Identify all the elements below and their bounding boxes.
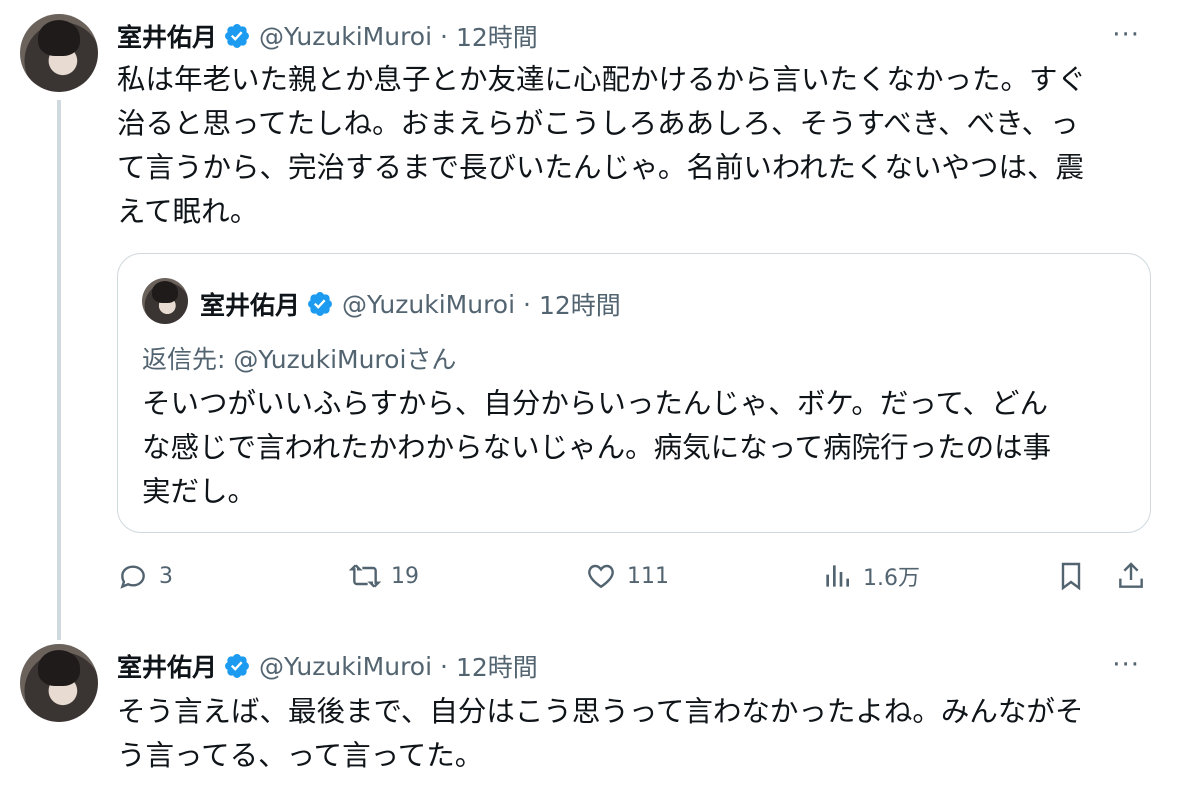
- views-count: 1.6万: [863, 566, 920, 591]
- quoted-tweet-text: そいつがいいふらすから、自分からいったんじゃ、ボケ。だって、どん な感じで言われ…: [142, 382, 1051, 514]
- quoted-display-name: 室井佑月: [200, 291, 301, 320]
- verified-badge-icon: [225, 654, 249, 678]
- reply-to-handle[interactable]: @YuzukiMuroiさん: [233, 345, 456, 374]
- views-chart-icon: [826, 565, 849, 587]
- avatar[interactable]: [20, 14, 98, 92]
- tweet[interactable]: 室井佑月 @YuzukiMuroi · 12時間 ··· 私は年老いた親とか息子…: [0, 0, 1180, 640]
- tweet-text-line: て言うから、完治するまで長びいたんじゃ。名前いわれたくないやつは、震: [117, 151, 1085, 184]
- thread-line: [57, 100, 61, 640]
- tweet[interactable]: 室井佑月 @YuzukiMuroi · 12時間 ··· そう言えば、最後まで、…: [0, 640, 1180, 788]
- tweet-text: 私は年老いた親とか息子とか友達に心配かけるから言いたくなかった。すぐ 治ると思っ…: [117, 58, 1086, 234]
- reply-count: 3: [159, 563, 173, 589]
- quoted-tweet[interactable]: 室井佑月 @YuzukiMuroi · 12時間 返信先: @YuzukiMur…: [117, 253, 1151, 533]
- heart-icon: [588, 564, 614, 589]
- views-button[interactable]: 1.6万: [821, 560, 920, 592]
- tweet-text-line: 私は年老いた親とか息子とか友達に心配かけるから言いたくなかった。すぐ: [117, 63, 1087, 96]
- display-name[interactable]: 室井佑月: [117, 648, 217, 684]
- bookmark-icon: [1061, 562, 1081, 591]
- display-name[interactable]: 室井佑月: [117, 18, 217, 54]
- timestamp[interactable]: 12時間: [456, 18, 538, 54]
- retweet-icon: [349, 564, 381, 588]
- tweet-text-line: 治ると思ってたしね。おまえらがこうしろああしろ、そうすべき、べき、っ: [117, 107, 1079, 140]
- reply-icon: [120, 565, 145, 589]
- verified-badge-icon: [225, 24, 249, 48]
- more-options-icon[interactable]: ···: [1112, 650, 1140, 680]
- quoted-timestamp: 12時間: [539, 291, 621, 320]
- share-icon: [1119, 562, 1143, 588]
- separator-dot: ·: [440, 651, 448, 681]
- quoted-text-line: 実だし。: [142, 475, 257, 508]
- reply-to-prefix: 返信先:: [142, 345, 234, 374]
- verified-badge-icon: [308, 292, 332, 316]
- separator-dot: ·: [440, 21, 448, 51]
- reply-button[interactable]: 3: [117, 560, 173, 592]
- quoted-avatar: [142, 278, 188, 324]
- like-button[interactable]: 111: [585, 560, 669, 592]
- share-button[interactable]: [1115, 560, 1147, 592]
- tweet-header: 室井佑月 @YuzukiMuroi · 12時間: [117, 648, 538, 684]
- tweet-actions: 3 19 111 1.6万: [117, 560, 1157, 600]
- quoted-text-line: そいつがいいふらすから、自分からいったんじゃ、ボケ。だって、どん: [142, 387, 1049, 420]
- more-options-icon[interactable]: ···: [1112, 20, 1140, 50]
- user-handle[interactable]: @YuzukiMuroi: [259, 652, 432, 681]
- separator-dot: ·: [523, 289, 531, 319]
- quoted-text-line: な感じで言われたかわからないじゃん。病気になって病院行ったのは事: [142, 431, 1052, 464]
- tweet-header: 室井佑月 @YuzukiMuroi · 12時間: [117, 18, 538, 54]
- quoted-header: 室井佑月 @YuzukiMuroi · 12時間: [200, 286, 621, 322]
- timestamp[interactable]: 12時間: [456, 648, 538, 684]
- user-handle[interactable]: @YuzukiMuroi: [259, 22, 432, 51]
- tweet-text-line: そう言えば、最後まで、自分はこう思うって言わなかったよね。みんながそ: [117, 695, 1084, 728]
- tweet-text: そう言えば、最後まで、自分はこう思うって言わなかったよね。みんながそ う言ってる…: [117, 690, 1083, 778]
- bookmark-button[interactable]: [1055, 560, 1087, 592]
- tweet-text-line: えて眠れ。: [117, 195, 259, 228]
- avatar[interactable]: [20, 644, 98, 722]
- retweet-count: 19: [391, 563, 419, 589]
- reply-to-label: 返信先: @YuzukiMuroiさん: [142, 340, 456, 376]
- like-count: 111: [627, 563, 669, 589]
- retweet-button[interactable]: 19: [349, 560, 419, 592]
- quoted-user-handle: @YuzukiMuroi: [342, 289, 516, 319]
- tweet-text-line: う言ってる、って言ってた。: [117, 739, 484, 772]
